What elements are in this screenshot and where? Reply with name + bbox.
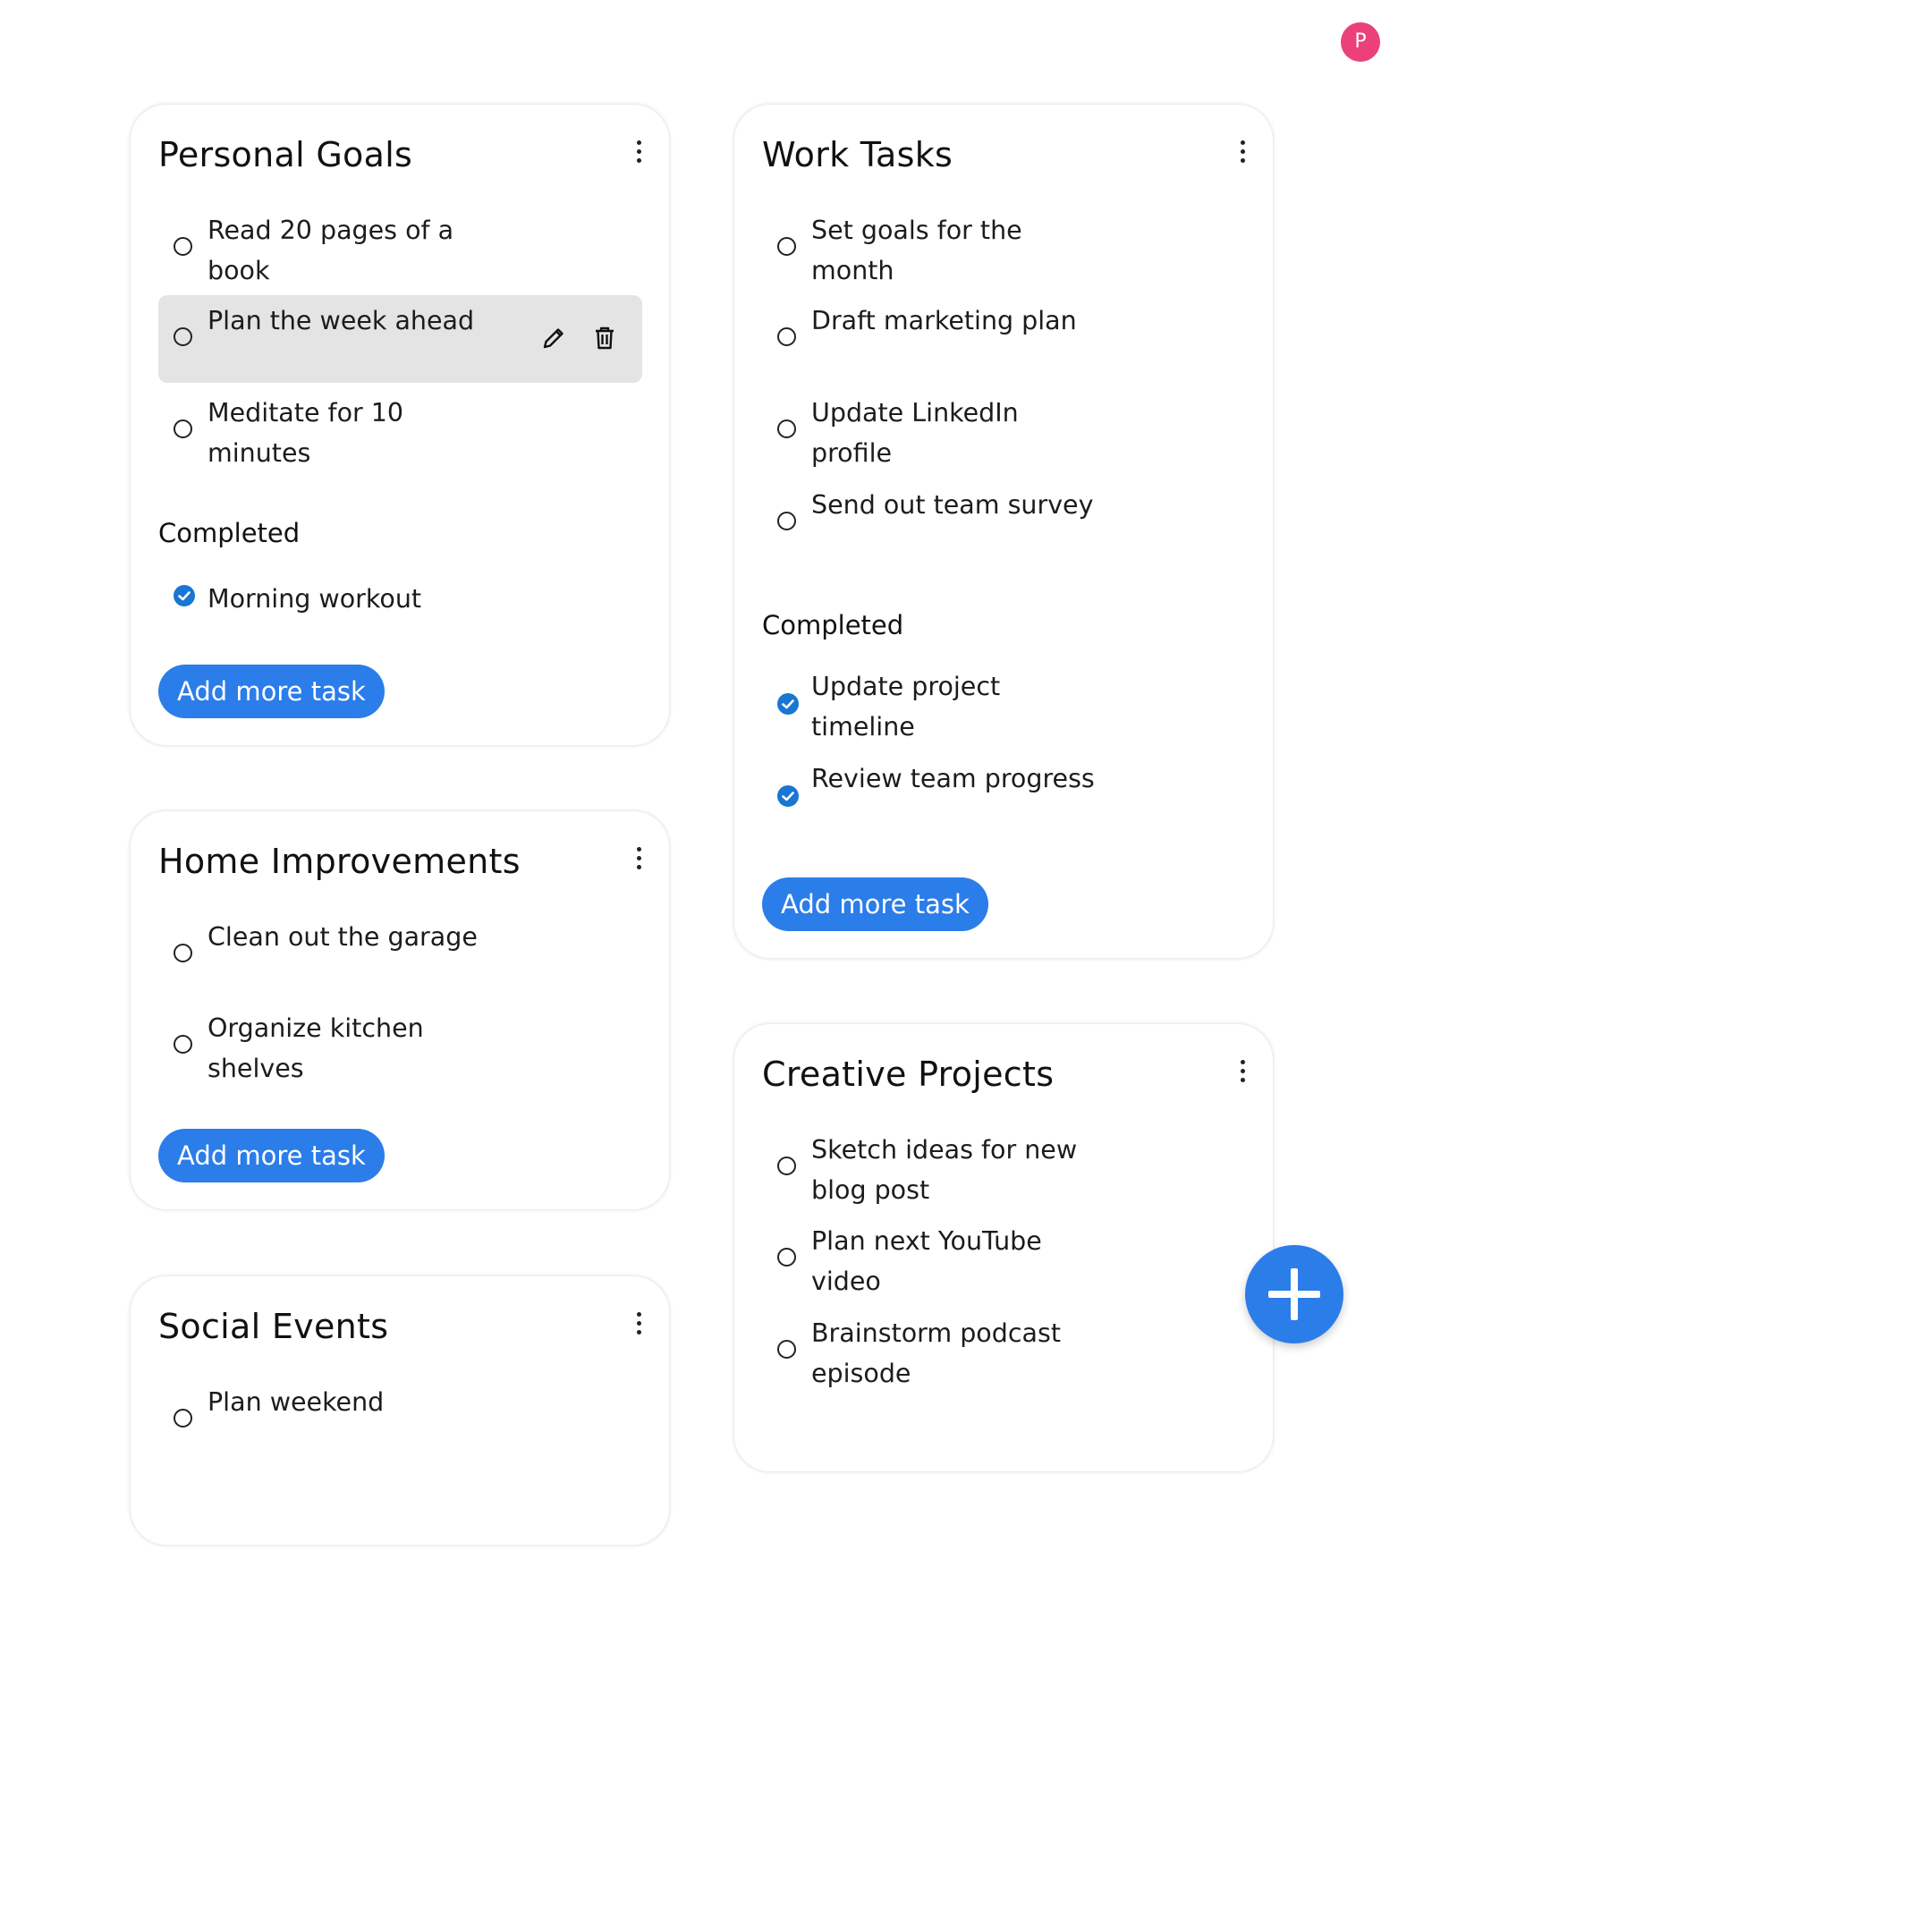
task-text: Update LinkedIn profile (811, 398, 1019, 468)
task-item[interactable]: Organize kitchen shelves (158, 1003, 642, 1090)
radio-unchecked-icon[interactable] (174, 1409, 192, 1428)
task-text: Draft marketing plan (811, 306, 1077, 335)
task-text: Sketch ideas for new blog post (811, 1135, 1078, 1205)
radio-unchecked-icon[interactable] (777, 419, 796, 438)
task-text: Morning workout (208, 584, 422, 614)
kebab-menu-icon[interactable] (1239, 1060, 1246, 1087)
check-circle-icon[interactable] (777, 693, 799, 715)
completed-task-item[interactable]: Update project timeline (762, 661, 1246, 749)
add-list-fab[interactable] (1245, 1245, 1343, 1343)
radio-unchecked-icon[interactable] (777, 237, 796, 256)
task-text: Review team progress (811, 764, 1095, 793)
card-home-improvements: Home Improvements Clean out the garage O… (131, 811, 669, 1209)
task-text: Organize kitchen shelves (208, 1013, 424, 1083)
task-actions (521, 324, 619, 352)
task-text: Send out team survey (811, 490, 1094, 520)
radio-unchecked-icon[interactable] (174, 419, 192, 438)
add-task-button[interactable]: Add more task (762, 877, 988, 931)
radio-unchecked-icon[interactable] (777, 1340, 796, 1359)
task-item[interactable]: Update LinkedIn profile (762, 387, 1246, 475)
task-text: Plan the week ahead (208, 306, 475, 335)
task-item[interactable]: Meditate for 10 minutes (158, 387, 642, 475)
avatar[interactable]: P (1341, 22, 1380, 62)
kebab-menu-icon[interactable] (635, 847, 642, 874)
task-item[interactable]: Read 20 pages of a book (158, 205, 642, 292)
task-item[interactable]: Send out team survey (762, 479, 1246, 567)
task-item[interactable]: Plan weekend (158, 1377, 642, 1464)
kebab-menu-icon[interactable] (635, 140, 642, 167)
radio-unchecked-icon[interactable] (777, 327, 796, 346)
radio-unchecked-icon[interactable] (777, 1248, 796, 1267)
completed-heading: Completed (158, 518, 301, 548)
task-item[interactable]: Set goals for the month (762, 205, 1246, 292)
card-personal-goals: Personal Goals Read 20 pages of a book P… (131, 105, 669, 745)
card-title: Social Events (158, 1307, 389, 1346)
completed-task-item[interactable]: Review team progress (762, 753, 1246, 841)
task-text: Clean out the garage (208, 922, 478, 952)
pencil-icon[interactable] (539, 324, 568, 352)
card-title: Work Tasks (762, 135, 953, 174)
trash-icon[interactable] (590, 324, 619, 352)
task-text: Update project timeline (811, 672, 1001, 741)
task-item[interactable]: Plan next YouTube video (762, 1216, 1246, 1303)
task-item[interactable]: Plan the week ahead (158, 295, 642, 383)
completed-heading: Completed (762, 610, 904, 640)
task-item[interactable]: Sketch ideas for new blog post (762, 1124, 1246, 1212)
card-work-tasks: Work Tasks Set goals for the month Draft… (734, 105, 1273, 958)
radio-unchecked-icon[interactable] (174, 1035, 192, 1054)
task-text: Plan weekend (208, 1387, 385, 1417)
check-circle-icon[interactable] (174, 585, 195, 606)
kebab-menu-icon[interactable] (635, 1312, 642, 1339)
radio-unchecked-icon[interactable] (174, 944, 192, 962)
card-title: Personal Goals (158, 135, 413, 174)
card-title: Creative Projects (762, 1055, 1055, 1094)
task-text: Plan next YouTube video (811, 1226, 1042, 1296)
card-social-events: Social Events Plan weekend (131, 1276, 669, 1545)
add-task-button[interactable]: Add more task (158, 1129, 385, 1182)
kebab-menu-icon[interactable] (1239, 140, 1246, 167)
task-text: Brainstorm podcast episode (811, 1318, 1061, 1388)
radio-unchecked-icon[interactable] (777, 512, 796, 530)
task-text: Read 20 pages of a book (208, 216, 454, 285)
check-circle-icon[interactable] (777, 785, 799, 807)
add-task-button[interactable]: Add more task (158, 665, 385, 718)
task-item[interactable]: Brainstorm podcast episode (762, 1308, 1246, 1395)
completed-task-item[interactable]: Morning workout (158, 555, 642, 643)
card-creative-projects: Creative Projects Sketch ideas for new b… (734, 1024, 1273, 1471)
radio-unchecked-icon[interactable] (777, 1157, 796, 1175)
radio-unchecked-icon[interactable] (174, 327, 192, 346)
task-text: Set goals for the month (811, 216, 1022, 285)
task-item[interactable]: Clean out the garage (158, 911, 642, 999)
card-title: Home Improvements (158, 842, 521, 881)
task-text: Meditate for 10 minutes (208, 398, 404, 468)
task-item[interactable]: Draft marketing plan (762, 295, 1246, 383)
radio-unchecked-icon[interactable] (174, 237, 192, 256)
